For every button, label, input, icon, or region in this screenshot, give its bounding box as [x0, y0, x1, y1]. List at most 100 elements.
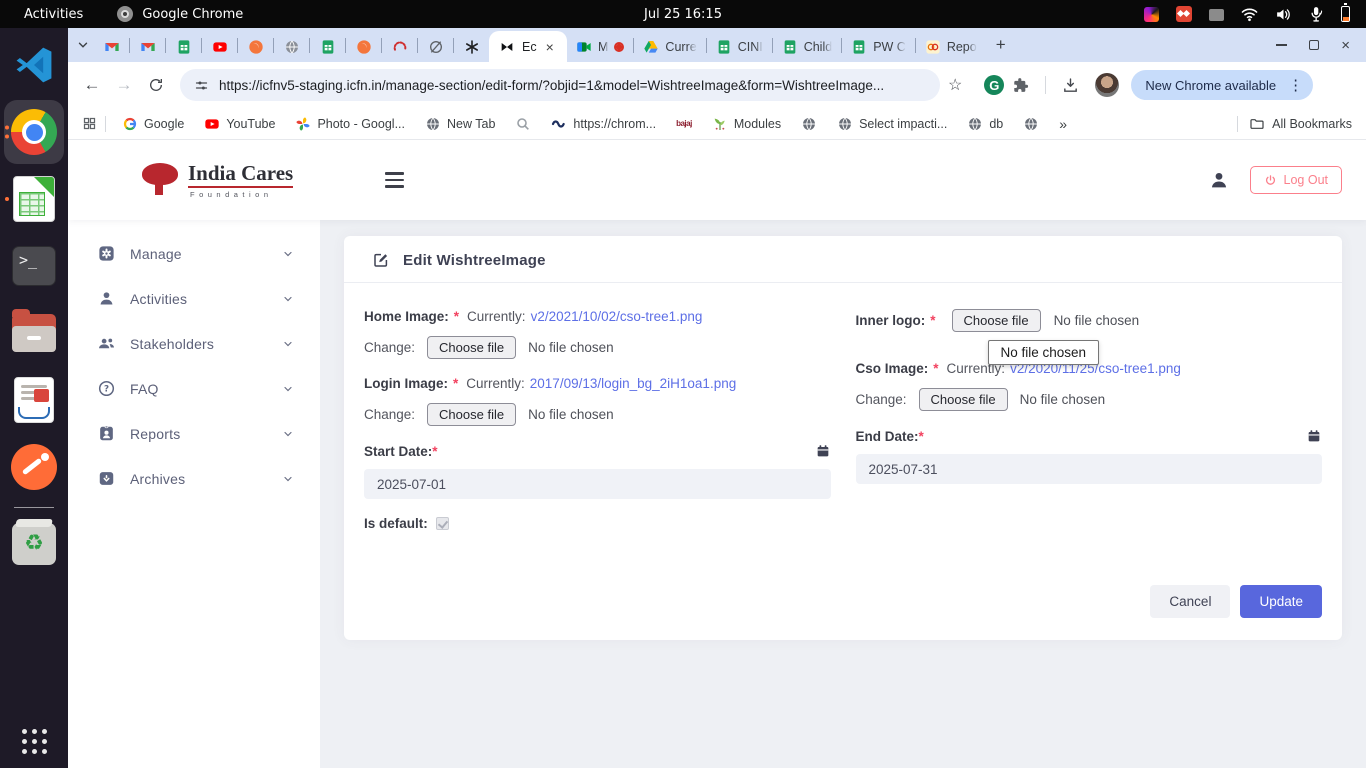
no-file-text: No file chosen: [1054, 313, 1140, 328]
battery-icon[interactable]: [1341, 6, 1350, 22]
address-bar[interactable]: https://icfnv5-staging.icfn.in/manage-se…: [180, 69, 940, 101]
calendar-icon[interactable]: [1306, 428, 1322, 444]
sidebar-item-activities[interactable]: Activities: [68, 276, 320, 321]
screen-recorder-icon[interactable]: [1176, 6, 1192, 22]
app-indicator-icon[interactable]: [1144, 7, 1159, 22]
tab-sheet-cini[interactable]: CINI: [707, 32, 772, 62]
brand-logo[interactable]: India Cares Foundation: [140, 161, 293, 199]
pinned-tab-chatgpt[interactable]: [454, 32, 489, 62]
dock-item-document-viewer[interactable]: [4, 368, 64, 432]
dock-item-chrome[interactable]: [4, 100, 64, 164]
tab-active-edit-form[interactable]: Ec ×: [489, 31, 567, 62]
pinned-tab-gmail[interactable]: [94, 32, 129, 62]
dock-item-files[interactable]: [4, 301, 64, 365]
bookmark-db[interactable]: db: [959, 113, 1011, 135]
pinned-tab-orange-app[interactable]: [238, 32, 273, 62]
sheets-favicon: [716, 39, 732, 55]
user-icon[interactable]: [1208, 169, 1230, 191]
tab-search-button[interactable]: [76, 38, 90, 52]
end-date-input[interactable]: [856, 454, 1323, 484]
logout-button[interactable]: Log Out: [1250, 166, 1342, 194]
pinned-tab-youtube[interactable]: [202, 32, 237, 62]
current-file-link[interactable]: 2017/09/13/login_bg_2iH1oa1.png: [530, 376, 736, 391]
pinned-tab-globe[interactable]: [274, 32, 309, 62]
sidebar-item-reports[interactable]: Reports: [68, 411, 320, 456]
update-button[interactable]: Update: [1240, 585, 1322, 618]
bookmark-youtube[interactable]: YouTube: [196, 113, 283, 135]
wifi-icon[interactable]: [1241, 7, 1258, 22]
minimize-icon[interactable]: [1276, 44, 1287, 46]
pinned-tab-sheets[interactable]: [166, 32, 201, 62]
forward-icon[interactable]: →: [110, 71, 138, 99]
close-window-icon[interactable]: ×: [1341, 38, 1350, 53]
close-tab-icon[interactable]: ×: [544, 40, 556, 54]
bookmark-globe-1[interactable]: [793, 113, 825, 135]
bookmark-modules[interactable]: Modules: [704, 113, 789, 135]
dock-item-terminal[interactable]: >_: [4, 234, 64, 298]
profile-avatar[interactable]: [1095, 73, 1119, 97]
extensions-icon[interactable]: [1008, 77, 1033, 94]
bookmark-label: YouTube: [226, 117, 275, 131]
is-default-checkbox[interactable]: [436, 517, 449, 530]
clock[interactable]: Jul 25 16:15: [644, 7, 722, 22]
bookmark-globe-2[interactable]: [1015, 113, 1047, 135]
pinned-tab-orange-app-2[interactable]: [346, 32, 381, 62]
bookmark-bajaj[interactable]: bajaj: [668, 116, 700, 131]
sidebar-toggle-button[interactable]: [385, 172, 404, 188]
grammarly-extension-icon[interactable]: G: [984, 75, 1004, 95]
dock-item-trash[interactable]: ♻: [4, 516, 64, 572]
choose-file-button[interactable]: Choose file: [952, 309, 1041, 332]
edit-form-card: Edit WishtreeImage Home Image:* Currentl…: [344, 236, 1342, 640]
bookmark-search[interactable]: [507, 113, 539, 135]
current-file-link[interactable]: v2/2021/10/02/cso-tree1.png: [531, 309, 703, 324]
menu-kebab-icon[interactable]: ⋮: [1284, 76, 1307, 94]
sidebar-item-manage[interactable]: Manage: [68, 231, 320, 276]
bookmarks-overflow-button[interactable]: »: [1051, 116, 1075, 132]
all-bookmarks-button[interactable]: All Bookmarks: [1233, 116, 1352, 132]
update-chrome-button[interactable]: New Chrome available ⋮: [1131, 70, 1313, 100]
dock-item-libreoffice-calc[interactable]: [4, 167, 64, 231]
recording-indicator-icon: [614, 42, 624, 52]
bookmark-chrome-link[interactable]: https://chrom...: [543, 113, 664, 135]
choose-file-button[interactable]: Choose file: [919, 388, 1008, 411]
choose-file-button[interactable]: Choose file: [427, 336, 516, 359]
sidebar-item-archives[interactable]: Archives: [68, 456, 320, 501]
reload-icon[interactable]: [142, 71, 170, 99]
downloads-icon[interactable]: [1058, 77, 1083, 94]
chat-indicator-icon[interactable]: [1209, 9, 1224, 21]
tab-meet[interactable]: M: [567, 32, 633, 62]
show-applications-button[interactable]: [22, 729, 47, 754]
tab-sheet-child[interactable]: Child: [773, 32, 842, 62]
bookmark-star-icon[interactable]: ☆: [944, 75, 970, 95]
sidebar-item-faq[interactable]: ? FAQ: [68, 366, 320, 411]
focused-app-menu[interactable]: Google Chrome: [117, 6, 243, 22]
bookmark-new-tab[interactable]: New Tab: [417, 113, 503, 135]
dock-item-vscode[interactable]: [4, 33, 64, 97]
bookmark-google[interactable]: Google: [114, 113, 192, 135]
apps-grid-icon[interactable]: [82, 116, 97, 131]
bookmark-select-impact[interactable]: Select impacti...: [829, 113, 955, 135]
start-date-input[interactable]: [364, 469, 831, 499]
restore-icon[interactable]: [1309, 40, 1319, 50]
tab-drive[interactable]: Curre: [634, 32, 705, 62]
tab-repo[interactable]: Repo: [916, 32, 986, 62]
pinned-tab-red-arc-app[interactable]: [382, 32, 417, 62]
calendar-icon[interactable]: [815, 443, 831, 459]
cancel-button[interactable]: Cancel: [1150, 585, 1230, 618]
dock-item-postman[interactable]: [4, 435, 64, 499]
pinned-tab-sheets-2[interactable]: [310, 32, 345, 62]
microphone-icon[interactable]: [1309, 6, 1324, 22]
back-icon[interactable]: ←: [78, 71, 106, 99]
choose-file-button[interactable]: Choose file: [427, 403, 516, 426]
volume-icon[interactable]: [1275, 7, 1292, 22]
site-settings-icon[interactable]: [194, 78, 209, 93]
activities-button[interactable]: Activities: [24, 7, 83, 22]
pinned-tab-slash-circle-app[interactable]: [418, 32, 453, 62]
bookmark-photos[interactable]: Photo - Googl...: [287, 113, 413, 135]
new-tab-button[interactable]: +: [986, 35, 1016, 55]
tab-title: Child: [804, 40, 833, 54]
tab-sheet-pw[interactable]: PW C: [842, 32, 915, 62]
pinned-tab-gmail-2[interactable]: [130, 32, 165, 62]
sidebar-item-stakeholders[interactable]: Stakeholders: [68, 321, 320, 366]
url-text[interactable]: https://icfnv5-staging.icfn.in/manage-se…: [219, 78, 926, 93]
